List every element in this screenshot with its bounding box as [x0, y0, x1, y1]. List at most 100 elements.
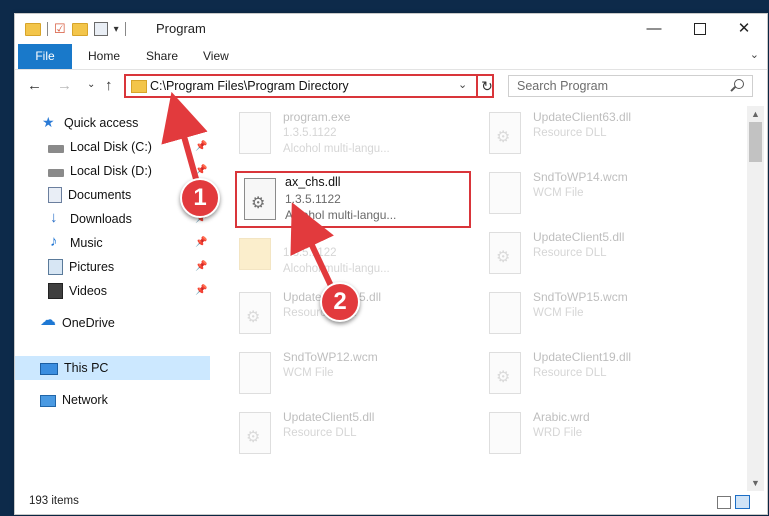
status-bar: 193 items: [15, 491, 767, 514]
maximize-icon: [694, 23, 706, 36]
tab-file[interactable]: File: [18, 44, 72, 69]
sidebar-item-network[interactable]: Network: [40, 389, 108, 411]
scroll-down-icon[interactable]: ▼: [747, 475, 764, 491]
address-bar[interactable]: C:\Program Files\Program Directory ⌄ ↻: [124, 74, 494, 98]
sidebar-item-local-disk-d[interactable]: Local Disk (D:): [48, 160, 152, 182]
search-icon[interactable]: [734, 79, 744, 89]
navigation-pane: Quick access Local Disk (C:) 📌 Local Dis…: [15, 106, 212, 491]
navigation-bar: ← → ⌄ ↑ C:\Program Files\Program Directo…: [15, 70, 767, 104]
refresh-button[interactable]: ↻: [476, 75, 496, 97]
tab-view[interactable]: View: [203, 44, 229, 69]
file-type: Resource DLL: [283, 427, 357, 439]
customize-toolbar-icon[interactable]: ▾: [114, 24, 119, 35]
sidebar-item-music[interactable]: Music: [48, 231, 103, 254]
tab-share[interactable]: Share: [146, 44, 178, 69]
back-button[interactable]: ←: [27, 77, 42, 94]
file-description: Alcohol multi-langu...: [285, 208, 397, 222]
file-item[interactable]: ⚙ UpdateClient5.dll Resource DLL: [217, 408, 457, 464]
dll-file-icon: ⚙: [239, 292, 271, 334]
file-item[interactable]: Arabic.wrd WRD File: [467, 408, 707, 464]
expand-ribbon-icon[interactable]: ⌄: [750, 48, 759, 61]
music-icon: [48, 231, 64, 253]
sidebar-item-label: OneDrive: [62, 316, 115, 330]
file-item[interactable]: ⚙ UpdateClient63.dll Resource DLL: [467, 108, 707, 164]
scroll-thumb[interactable]: [749, 122, 762, 162]
address-dropdown-icon[interactable]: ⌄: [458, 78, 467, 91]
properties-icon[interactable]: [93, 22, 108, 36]
tab-home[interactable]: Home: [88, 44, 120, 69]
file-item[interactable]: SndToWP15.wcm WCM File: [467, 288, 707, 344]
ribbon-tabs: File Home Share View ⌄: [15, 44, 767, 70]
file-item[interactable]: 1.3.5.1122 Alcohol multi-langu...: [217, 228, 457, 284]
sidebar-item-label: Videos: [69, 284, 107, 298]
file-type: Resource DLL: [533, 367, 607, 379]
file-icon: [489, 292, 521, 334]
folder-icon: [131, 80, 147, 93]
sidebar-item-onedrive[interactable]: OneDrive: [40, 310, 115, 334]
pin-icon: 📌: [195, 261, 208, 272]
file-item[interactable]: SndToWP12.wcm WCM File: [217, 348, 457, 404]
file-item[interactable]: SndToWP14.wcm WCM File: [467, 168, 707, 224]
sidebar-item-downloads[interactable]: Downloads: [48, 207, 132, 230]
toolbar-divider: [124, 22, 126, 36]
scroll-up-icon[interactable]: ▲: [747, 106, 764, 122]
dll-file-icon: ⚙: [244, 178, 276, 220]
new-folder-icon[interactable]: [71, 22, 88, 36]
dll-file-icon: ⚙: [489, 232, 521, 274]
cloud-icon: [40, 310, 56, 332]
folder-icon: [25, 22, 41, 36]
sidebar-item-this-pc[interactable]: This PC: [40, 357, 108, 379]
search-placeholder: Search Program: [517, 79, 609, 93]
item-count: 193 items: [29, 495, 79, 507]
network-icon: [40, 395, 56, 407]
sidebar-item-pictures[interactable]: Pictures: [48, 256, 114, 278]
file-name: SndToWP14.wcm: [533, 170, 628, 184]
sidebar-item-label: Quick access: [64, 116, 139, 130]
file-name: UpdateClient5.dll: [533, 230, 625, 244]
toolbar-divider: [47, 22, 48, 36]
minimize-button[interactable]: —: [631, 14, 677, 44]
sidebar-item-quick-access[interactable]: Quick access: [42, 111, 139, 134]
highlighted-file-item[interactable]: ⚙ ax_chs.dll 1.3.5.1122 Alcohol multi-la…: [235, 171, 471, 228]
file-item[interactable]: program.exe 1.3.5.1122 Alcohol multi-lan…: [217, 108, 457, 164]
up-button[interactable]: ↑: [105, 77, 113, 94]
file-name: Arabic.wrd: [533, 410, 590, 424]
file-item[interactable]: ⚙ UpdateClient5.dll Resource DLL: [467, 228, 707, 284]
documents-icon: [48, 187, 62, 203]
vertical-scrollbar[interactable]: ▲ ▼: [747, 106, 764, 491]
pin-icon: 📌: [195, 141, 208, 152]
checkmark-icon[interactable]: ☑: [54, 22, 66, 36]
file-icon: [489, 172, 521, 214]
search-input[interactable]: Search Program: [508, 75, 753, 97]
file-name: UpdateClient63.dll: [533, 110, 632, 124]
tiles-view-icon[interactable]: [735, 495, 750, 509]
close-button[interactable]: ✕: [721, 14, 767, 44]
file-type: WRD File: [533, 427, 583, 439]
file-name: ax_chs.dll: [285, 175, 341, 189]
executable-icon: [239, 112, 271, 154]
pictures-icon: [48, 259, 63, 275]
sidebar-item-label: Network: [62, 393, 108, 407]
file-item[interactable]: ⚙ UpdateClient19.dll Resource DLL: [467, 348, 707, 404]
file-explorer-window: ☑ ▾ Program — ✕ File Home Share View ⌄ ←…: [14, 13, 768, 515]
file-description: Alcohol multi-langu...: [283, 143, 390, 155]
maximize-button[interactable]: [677, 14, 723, 44]
sidebar-item-label: Documents: [68, 188, 132, 202]
forward-button[interactable]: →: [57, 77, 72, 94]
sidebar-item-label: Local Disk (D:): [70, 164, 152, 178]
file-icon: [239, 352, 271, 394]
file-icon: [489, 412, 521, 454]
file-name: SndToWP12.wcm: [283, 350, 378, 364]
dll-file-icon: ⚙: [489, 352, 521, 394]
downloads-icon: [48, 207, 64, 229]
sidebar-item-documents[interactable]: Documents: [48, 184, 131, 206]
address-path[interactable]: C:\Program Files\Program Directory: [150, 79, 349, 93]
sidebar-item-label: This PC: [64, 361, 109, 375]
file-name: UpdateClient5.dll: [283, 410, 375, 424]
dll-file-icon: ⚙: [239, 412, 271, 454]
sidebar-item-videos[interactable]: Videos: [48, 280, 107, 302]
details-view-icon[interactable]: [717, 496, 731, 509]
file-type: Resource DLL: [533, 247, 607, 259]
recent-locations-button[interactable]: ⌄: [87, 79, 95, 90]
step-2-badge: 2: [320, 282, 360, 322]
